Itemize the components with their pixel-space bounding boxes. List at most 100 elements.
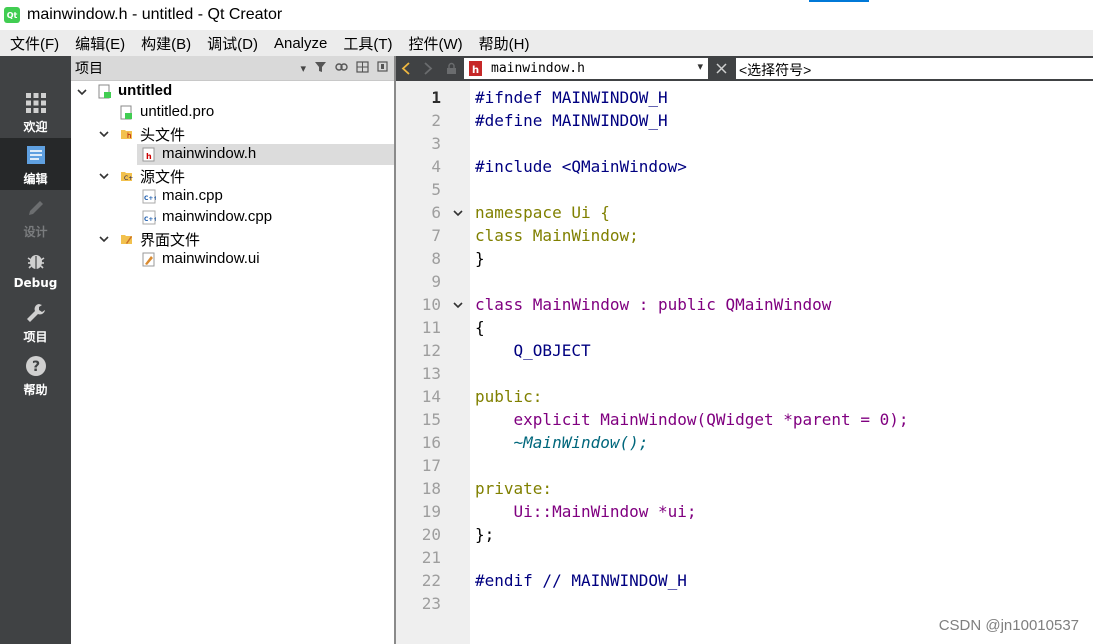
question-icon: ? [25,355,47,377]
mode-projects[interactable]: 项目 [0,296,71,348]
tree-label: 头文件 [140,127,186,144]
grid-icon [25,92,47,114]
dropdown-arrow-icon[interactable]: ▾ [300,62,306,75]
code-text: ~MainWindow(); [475,433,649,452]
line-number: 11 [421,318,441,337]
mode-sidebar: 欢迎 编辑 设计 Debug 项目 ? 帮助 [0,56,71,644]
close-pane-icon[interactable] [377,61,388,75]
code-text: namespace Ui { [475,203,610,222]
tree-item-headers-folder[interactable]: h 头文件 [71,123,394,144]
line-number: 1 [431,88,441,107]
fold-chevron-icon[interactable] [452,207,464,219]
tree-item-main-cpp[interactable]: C++ main.cpp [71,186,394,207]
line-number: 21 [421,548,441,567]
mode-help[interactable]: ? 帮助 [0,349,71,401]
svg-text:?: ? [31,359,39,375]
code-line: private: [475,477,552,500]
mode-edit[interactable]: 编辑 [0,138,71,190]
code-text: class MainWindow; [475,226,639,245]
tree-item-mainwindow-cpp[interactable]: C++ mainwindow.cpp [71,207,394,228]
menu-build[interactable]: 构建(B) [133,33,199,54]
cpp-file-icon: C++ [142,189,156,204]
open-file-combo[interactable]: h mainwindow.h ▾ [464,58,708,79]
chevron-down-icon[interactable] [98,233,110,245]
code-line: { [475,316,485,339]
close-icon[interactable] [716,63,727,74]
tree-item-project[interactable]: untitled [71,81,394,102]
watermark: CSDN @jn10010537 [938,617,1079,634]
link-icon[interactable] [335,62,348,75]
title-accent-bar [809,0,869,2]
header-file-icon: h [469,61,482,76]
menu-file[interactable]: 文件(F) [2,33,67,54]
source-folder-icon: C+ [121,172,133,182]
line-number: 16 [421,433,441,452]
mode-debug[interactable]: Debug [0,244,71,296]
tree-item-forms-folder[interactable]: 界面文件 [71,228,394,249]
chevron-down-icon[interactable] [98,128,110,140]
mode-label: 编辑 [23,172,48,186]
qt-app-icon: Qt [4,7,20,23]
project-panel-title: 项目 [75,60,103,76]
svg-text:h: h [127,132,131,140]
menu-analyze[interactable]: Analyze [266,35,335,52]
pencil-icon [25,197,47,219]
mode-label: 帮助 [23,383,48,397]
back-arrow-icon[interactable] [401,62,411,75]
project-panel-tools: ▾ [300,56,388,80]
tree-item-sources-folder[interactable]: C+ 源文件 [71,165,394,186]
mode-label: 项目 [23,330,48,344]
project-icon [98,84,111,99]
code-line: explicit MainWindow(QWidget *parent = 0)… [475,408,909,431]
svg-text:C+: C+ [124,175,133,182]
tree-label: mainwindow.ui [162,250,260,267]
line-number: 18 [421,479,441,498]
code-line: public: [475,385,542,408]
symbol-combo[interactable]: <选择符号> [736,58,1093,79]
code-text: explicit MainWindow(QWidget *parent = 0)… [475,410,909,429]
menu-tools[interactable]: 工具(T) [335,33,400,54]
document-icon [25,144,47,166]
editor-toolbar: h mainwindow.h ▾ <选择符号> [396,56,1093,81]
code-editor[interactable]: #ifndef MAINWINDOW_H #define MAINWINDOW_… [470,81,1093,644]
menu-widgets[interactable]: 控件(W) [401,33,471,54]
line-number: 15 [421,410,441,429]
mode-welcome[interactable]: 欢迎 [0,86,71,138]
chevron-down-icon[interactable] [98,170,110,182]
cpp-file-icon: C++ [142,210,156,225]
line-number: 4 [431,157,441,176]
tree-item-mainwindow-h[interactable]: h mainwindow.h [137,144,394,165]
line-number: 22 [421,571,441,590]
mode-label: 设计 [23,225,48,239]
code-line: }; [475,523,494,546]
code-text: }; [475,525,495,544]
code-line: #endif // MAINWINDOW_H [475,569,687,592]
line-number: 14 [421,387,441,406]
menu-edit[interactable]: 编辑(E) [67,33,133,54]
fold-chevron-icon[interactable] [452,299,464,311]
mode-design[interactable]: 设计 [0,191,71,243]
line-number: 20 [421,525,441,544]
dropdown-arrow-icon[interactable]: ▾ [697,60,703,73]
code-line: namespace Ui { [475,201,610,224]
filter-icon[interactable] [314,61,327,76]
svg-text:h: h [146,152,152,161]
bug-icon [25,250,47,272]
split-icon[interactable] [356,60,369,76]
tree-label: mainwindow.cpp [162,208,273,225]
tree-item-mainwindow-ui[interactable]: mainwindow.ui [71,249,394,270]
code-text: Q_OBJECT [475,341,591,360]
header-folder-icon: h [121,130,132,140]
code-line: ~MainWindow(); [475,431,649,454]
line-number: 10 [421,295,441,314]
project-tree: untitled untitled.pro h 头文件 h mainwindow… [71,81,394,644]
menu-debug[interactable]: 调试(D) [199,33,266,54]
tree-item-pro-file[interactable]: untitled.pro [71,102,394,123]
symbol-placeholder: <选择符号> [739,62,812,78]
tree-label: 源文件 [140,169,186,186]
code-line: Q_OBJECT [475,339,591,362]
chevron-down-icon[interactable] [76,86,88,98]
menu-help[interactable]: 帮助(H) [471,33,538,54]
forward-arrow-icon[interactable] [423,62,433,75]
code-text: #include <QMainWindow> [475,157,687,176]
